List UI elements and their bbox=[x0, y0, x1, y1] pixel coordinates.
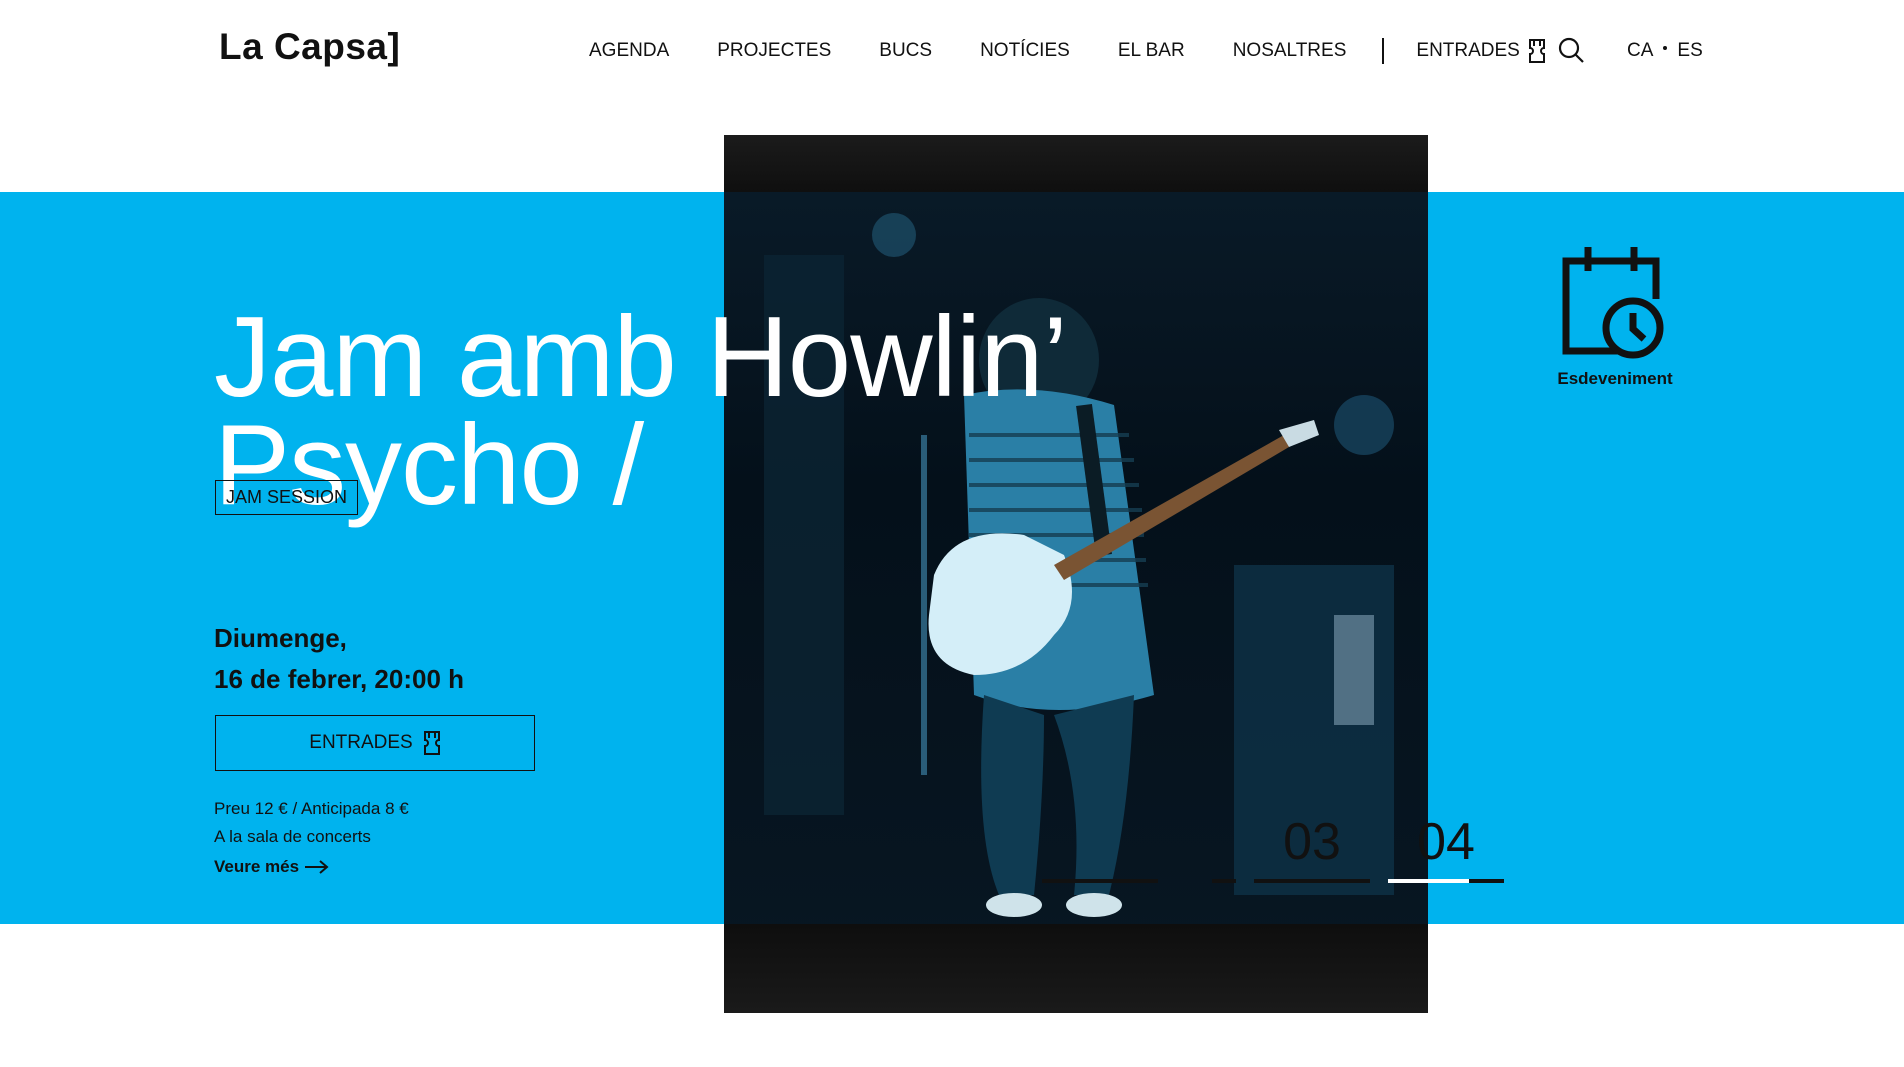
photo-bottom-shade bbox=[724, 924, 1428, 1013]
slide-indicator-04[interactable]: 04 bbox=[1388, 812, 1504, 883]
slide-number: 04 bbox=[1417, 813, 1475, 871]
event-venue: A la sala de concerts bbox=[214, 827, 371, 846]
slide-number: 03 bbox=[1283, 813, 1341, 871]
slide-bar bbox=[1388, 879, 1504, 883]
slide-number: 02 bbox=[1212, 812, 1236, 872]
nav-agenda[interactable]: AGENDA bbox=[589, 40, 669, 62]
lang-es[interactable]: ES bbox=[1677, 40, 1702, 62]
lang-ca[interactable]: CA bbox=[1627, 40, 1653, 62]
event-type-label: Esdeveniment bbox=[1557, 369, 1673, 388]
event-category-tag[interactable]: JAM SESSION bbox=[215, 480, 359, 515]
arrow-right-icon bbox=[305, 860, 329, 874]
calendar-clock-icon bbox=[1562, 247, 1664, 359]
nav-projectes[interactable]: PROJECTES bbox=[717, 40, 831, 62]
language-switcher: CA ES bbox=[1627, 40, 1703, 62]
see-more-link[interactable]: Veure més bbox=[214, 857, 329, 877]
slide-indicator-03[interactable]: 03 bbox=[1254, 812, 1370, 883]
see-more-label: Veure més bbox=[214, 857, 300, 876]
nav-separator bbox=[1382, 38, 1385, 64]
event-price-info: Preu 12 € / Anticipada 8 € A la sala de … bbox=[214, 795, 409, 851]
event-date-day: Diumenge, bbox=[214, 623, 347, 653]
nav-noticies[interactable]: NOTÍCIES bbox=[980, 40, 1070, 62]
slide-number: 01 bbox=[1042, 812, 1158, 872]
slide-bar bbox=[1212, 879, 1236, 883]
event-price: Preu 12 € / Anticipada 8 € bbox=[214, 799, 409, 818]
slide-indicator-02[interactable]: 02 bbox=[1212, 812, 1236, 883]
tickets-button-label: ENTRADES bbox=[309, 732, 413, 753]
slide-bar bbox=[1042, 879, 1158, 883]
tickets-button[interactable]: ENTRADES bbox=[215, 715, 535, 771]
ticket-icon bbox=[423, 731, 440, 755]
lang-separator-dot bbox=[1663, 46, 1668, 50]
search-icon[interactable] bbox=[1557, 36, 1585, 64]
slider-indicators: 01 02 03 04 bbox=[1042, 812, 1504, 883]
event-date-time: 16 de febrer, 20:00 h bbox=[214, 664, 465, 694]
slide-bar bbox=[1254, 879, 1370, 883]
slide-indicator-01[interactable]: 01 bbox=[1042, 812, 1158, 883]
site-logo[interactable]: La Capsa] bbox=[219, 26, 400, 68]
nav-tickets-link[interactable]: ENTRADES bbox=[1416, 38, 1545, 64]
event-date: Diumenge, 16 de febrer, 20:00 h bbox=[214, 618, 464, 700]
ticket-icon bbox=[1528, 39, 1545, 63]
nav-bucs[interactable]: BUCS bbox=[879, 40, 932, 62]
main-nav: AGENDA PROJECTES BUCS NOTÍCIES EL BAR NO… bbox=[589, 38, 1546, 64]
nav-nosaltres[interactable]: NOSALTRES bbox=[1233, 40, 1347, 62]
nav-tickets-label: ENTRADES bbox=[1416, 40, 1520, 61]
nav-el-bar[interactable]: EL BAR bbox=[1118, 40, 1185, 62]
